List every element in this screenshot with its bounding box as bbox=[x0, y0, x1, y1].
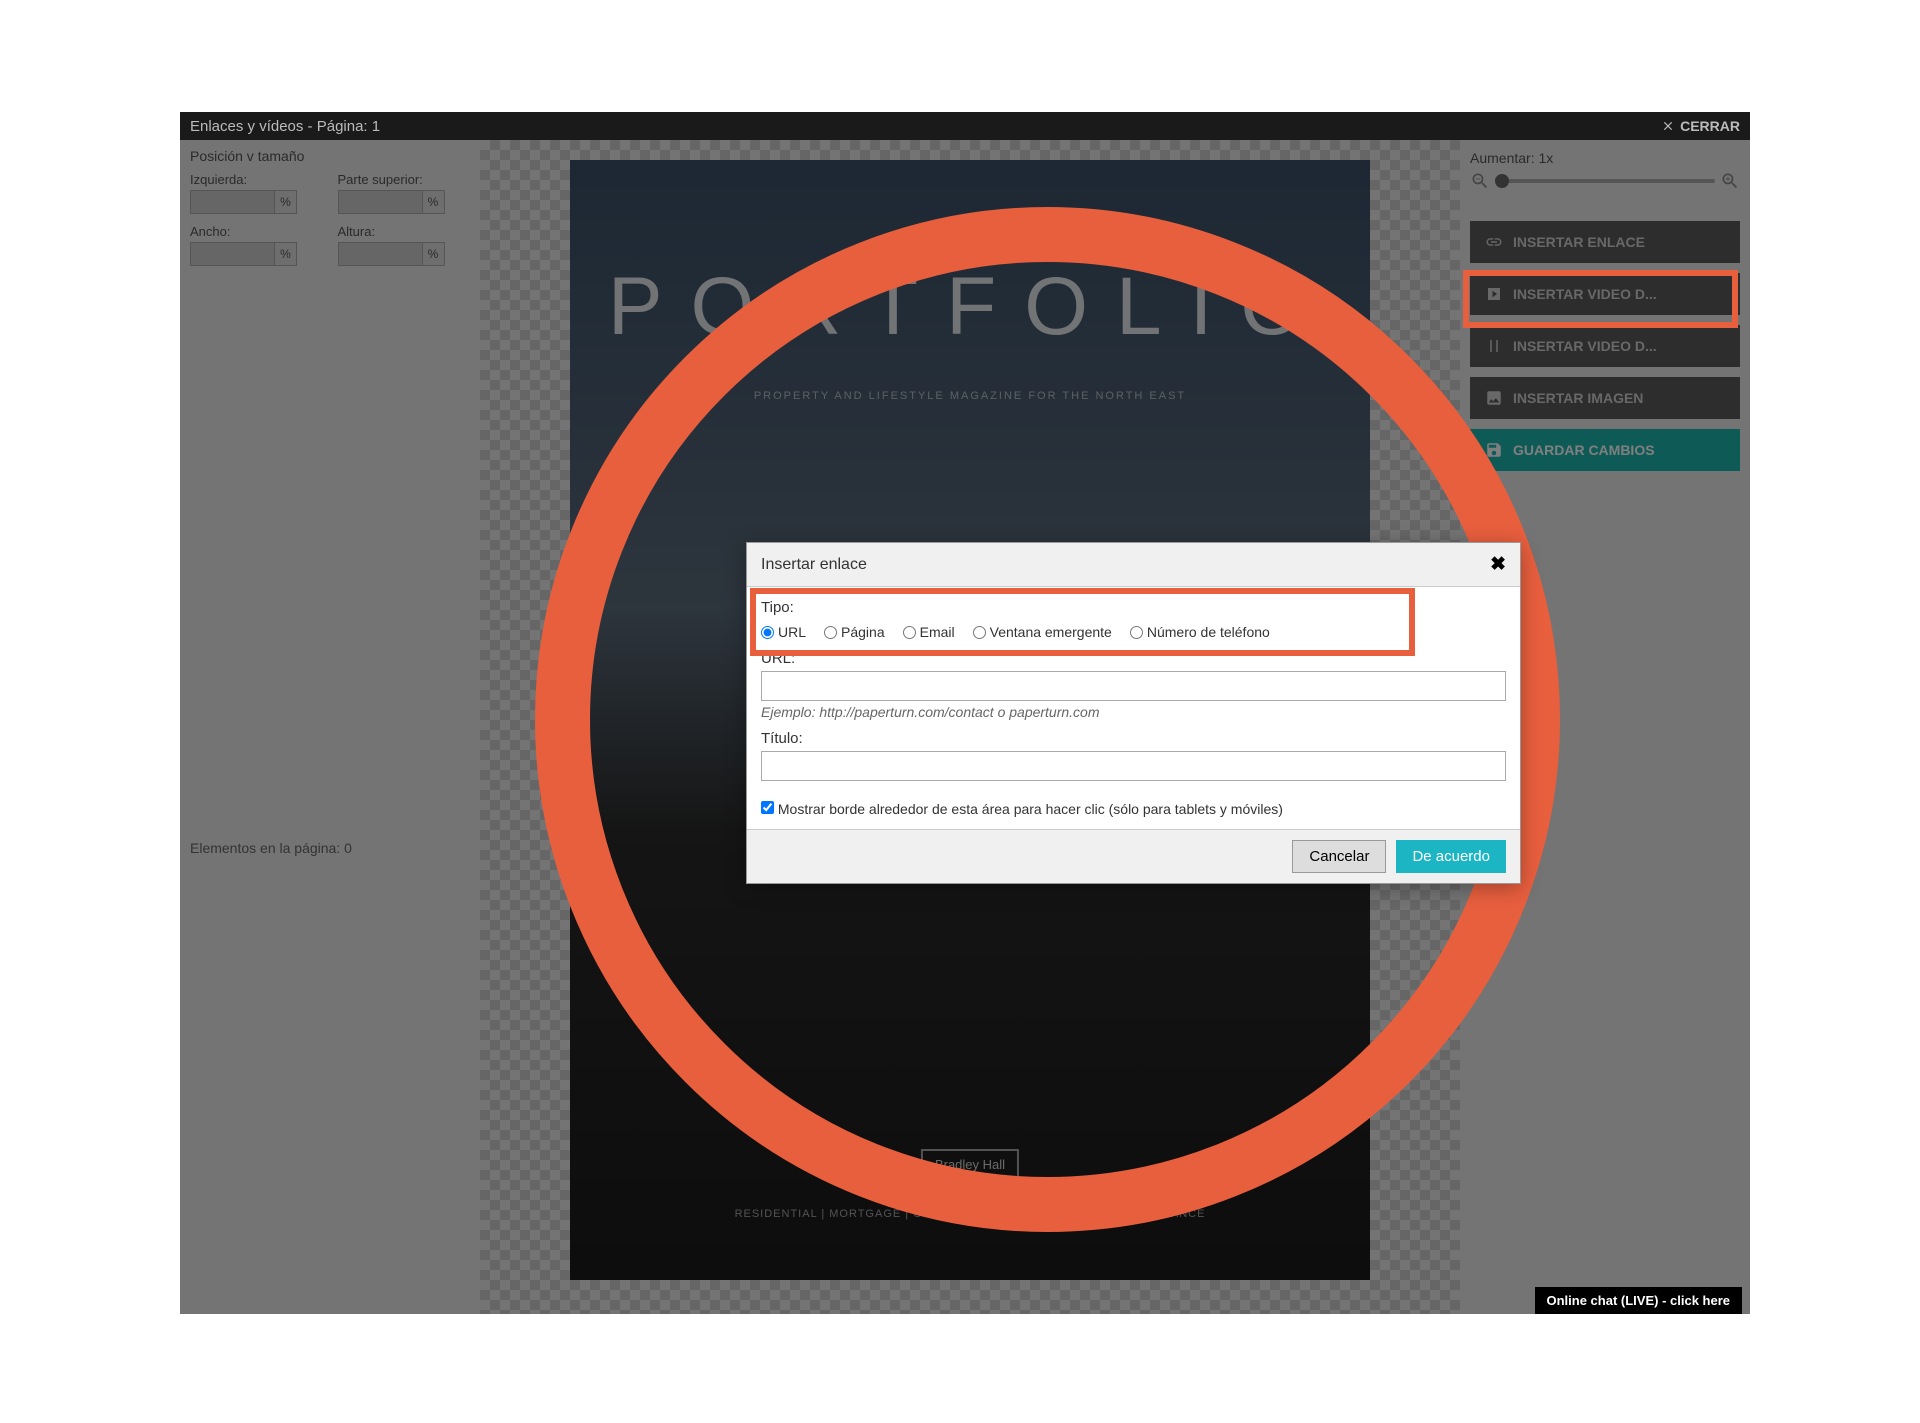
dialog-close-button[interactable]: ✖ bbox=[1490, 553, 1506, 576]
header-title: Enlaces y vídeos - Página: 1 bbox=[190, 118, 380, 135]
radio-email[interactable]: Email bbox=[903, 624, 955, 640]
radio-ventana[interactable]: Ventana emergente bbox=[973, 624, 1112, 640]
url-label: URL: bbox=[761, 650, 1506, 667]
chat-widget[interactable]: Online chat (LIVE) - click here bbox=[1535, 1287, 1743, 1314]
cancel-button[interactable]: Cancelar bbox=[1292, 840, 1386, 873]
titulo-input[interactable] bbox=[761, 751, 1506, 781]
url-hint: Ejemplo: http://paperturn.com/contact o … bbox=[761, 704, 1506, 720]
radio-url[interactable]: URL bbox=[761, 624, 806, 640]
radio-telefono[interactable]: Número de teléfono bbox=[1130, 624, 1270, 640]
close-button[interactable]: CERRAR bbox=[1661, 118, 1740, 134]
app-frame: Enlaces y vídeos - Página: 1 CERRAR Posi… bbox=[180, 112, 1750, 1314]
dialog-title: Insertar enlace bbox=[761, 556, 867, 574]
tipo-label: Tipo: bbox=[761, 599, 1506, 616]
header-bar: Enlaces y vídeos - Página: 1 CERRAR bbox=[180, 112, 1750, 140]
ok-button[interactable]: De acuerdo bbox=[1396, 840, 1506, 873]
url-input[interactable] bbox=[761, 671, 1506, 701]
close-label: CERRAR bbox=[1680, 118, 1740, 134]
close-icon bbox=[1661, 119, 1675, 133]
border-checkbox[interactable]: Mostrar borde alrededor de esta área par… bbox=[761, 801, 1283, 817]
titulo-label: Título: bbox=[761, 730, 1506, 747]
radio-pagina[interactable]: Página bbox=[824, 624, 885, 640]
insert-link-dialog: Insertar enlace ✖ Tipo: URL Página Email… bbox=[746, 542, 1521, 884]
